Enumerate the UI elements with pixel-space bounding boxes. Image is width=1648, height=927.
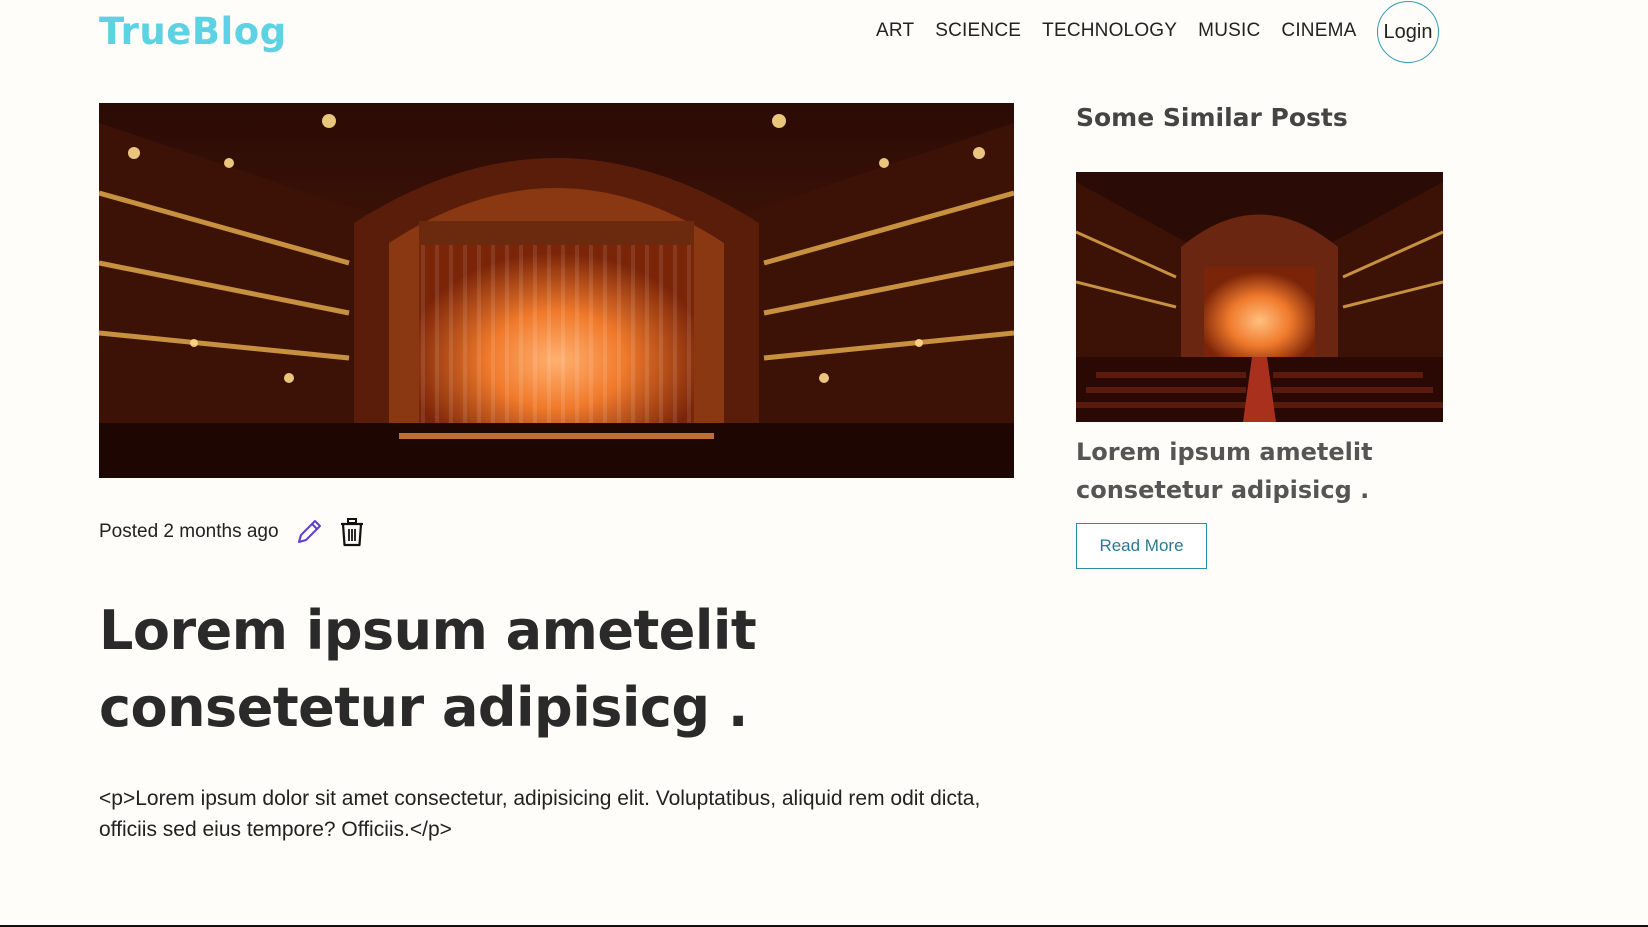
similar-post-image[interactable] bbox=[1076, 172, 1443, 422]
post-body: <p>Lorem ipsum dolor sit amet consectetu… bbox=[99, 787, 981, 841]
similar-post-title[interactable]: Lorem ipsum ametelit consetetur adipisic… bbox=[1076, 433, 1456, 509]
similar-posts-heading: Some Similar Posts bbox=[1076, 103, 1348, 132]
main-nav: ART SCIENCE TECHNOLOGY MUSIC CINEMA bbox=[876, 20, 1378, 42]
nav-link-science[interactable]: SCIENCE bbox=[935, 20, 1021, 42]
post-meta: Posted 2 months ago bbox=[99, 515, 367, 549]
login-button[interactable]: Login bbox=[1377, 1, 1439, 63]
site-logo[interactable]: TrueBlog bbox=[99, 10, 287, 53]
read-more-button[interactable]: Read More bbox=[1076, 523, 1207, 569]
post-title: Lorem ipsum ametelit consetetur adipisic… bbox=[99, 599, 757, 739]
post-hero-image bbox=[99, 103, 1014, 478]
post-date: Posted 2 months ago bbox=[99, 521, 279, 542]
nav-link-technology[interactable]: TECHNOLOGY bbox=[1042, 20, 1177, 42]
pencil-icon[interactable] bbox=[293, 516, 325, 548]
nav-link-cinema[interactable]: CINEMA bbox=[1281, 20, 1356, 42]
nav-link-music[interactable]: MUSIC bbox=[1198, 20, 1260, 42]
navbar: TrueBlog ART SCIENCE TECHNOLOGY MUSIC CI… bbox=[0, 0, 1648, 68]
trash-icon[interactable] bbox=[337, 516, 367, 548]
nav-link-art[interactable]: ART bbox=[876, 20, 914, 42]
